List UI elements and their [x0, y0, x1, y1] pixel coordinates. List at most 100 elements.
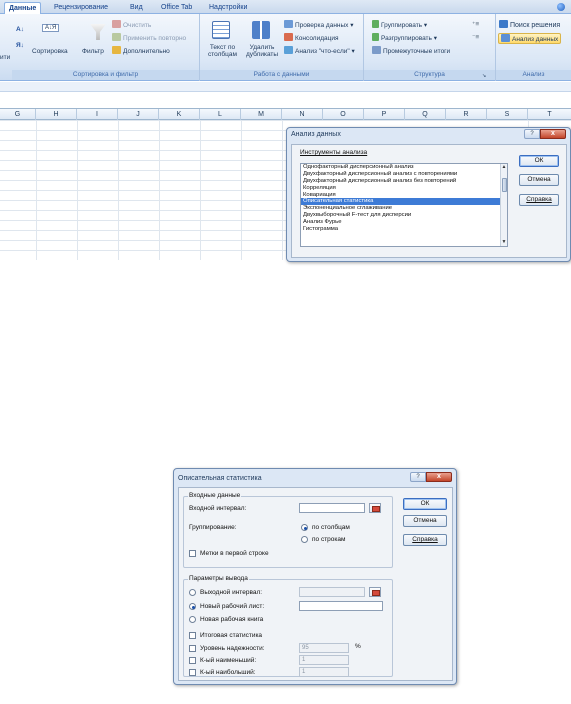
help-icon[interactable] — [557, 3, 565, 11]
consolidate-button[interactable]: Консолидация — [284, 33, 339, 42]
reapply-icon — [112, 33, 121, 41]
data-validation-button[interactable]: Проверка данных ▾ — [284, 20, 354, 29]
grid-line — [118, 120, 119, 260]
column-header[interactable]: Q — [405, 109, 446, 120]
help-button[interactable]: Справка — [403, 534, 447, 546]
list-item[interactable]: Однофакторный дисперсионный анализ — [301, 164, 507, 171]
column-header[interactable]: P — [364, 109, 405, 120]
column-header[interactable]: J — [118, 109, 159, 120]
help-icon[interactable]: ? — [410, 472, 426, 482]
tab-addins[interactable]: Надстройки — [205, 2, 251, 14]
column-header[interactable]: N — [282, 109, 323, 120]
subtotal-button[interactable]: Промежуточные итоги — [372, 46, 450, 55]
consolidate-icon — [284, 33, 293, 41]
list-item[interactable]: Анализ Фурье — [301, 219, 507, 226]
column-header[interactable]: T — [528, 109, 571, 120]
window-controls: ? x — [524, 129, 566, 140]
list-item[interactable]: Двухфакторный дисперсионный анализ с пов… — [301, 171, 507, 178]
column-header[interactable]: S — [487, 109, 528, 120]
help-button[interactable]: Справка — [519, 194, 559, 206]
filter-button[interactable]: Фильтр — [82, 48, 104, 55]
range-picker-icon[interactable] — [369, 587, 381, 597]
tools-list[interactable]: Однофакторный дисперсионный анализ Двухф… — [300, 163, 508, 247]
grid-line — [200, 120, 201, 260]
by-rows-radio[interactable] — [301, 536, 308, 543]
reapply-button[interactable]: Применить повторно — [112, 33, 186, 42]
column-header[interactable]: M — [241, 109, 282, 120]
sort-button[interactable]: Сортировка — [32, 48, 68, 55]
list-item[interactable]: Ковариация — [301, 192, 507, 199]
column-header[interactable]: O — [323, 109, 364, 120]
hide-detail-icon[interactable]: ⁻≡ — [472, 33, 479, 41]
ok-button[interactable]: ОК — [403, 498, 447, 510]
what-if-button[interactable]: Анализ "что-если" ▾ — [284, 46, 355, 55]
remove-duplicates-button[interactable]: Удалить дубликаты — [246, 44, 278, 58]
by-columns-radio[interactable] — [301, 524, 308, 531]
new-sheet-field[interactable] — [299, 601, 383, 611]
summary-stats-label: Итоговая статистика — [200, 632, 263, 639]
advanced-icon — [112, 46, 121, 54]
tab-office-tab[interactable]: Office Tab — [157, 2, 196, 14]
data-analysis-icon — [501, 34, 510, 42]
kth-largest-checkbox[interactable] — [189, 669, 196, 676]
column-header[interactable]: I — [77, 109, 118, 120]
tab-view[interactable]: Вид — [126, 2, 147, 14]
cancel-button[interactable]: Отмена — [403, 515, 447, 527]
scroll-thumb[interactable] — [502, 178, 507, 192]
ribbon: ити А↓ Я↓ А↓Я Сортировка Фильтр Очистить… — [0, 14, 571, 81]
column-header[interactable]: G — [0, 109, 36, 120]
new-workbook-radio[interactable] — [189, 616, 196, 623]
scroll-up-icon[interactable]: ▲ — [501, 164, 507, 171]
list-item[interactable]: Гистограмма — [301, 226, 507, 233]
kth-smallest-field[interactable]: 1 — [299, 655, 349, 665]
labels-first-row-checkbox[interactable] — [189, 550, 196, 557]
validation-icon — [284, 20, 293, 28]
analysis-group: Поиск решения Анализ данных Анализ — [496, 14, 571, 81]
summary-stats-checkbox[interactable] — [189, 632, 196, 639]
group-button[interactable]: Группировать ▾ — [372, 20, 427, 29]
analysis-label: Анализ — [496, 70, 571, 80]
range-picker-icon[interactable] — [369, 503, 381, 513]
output-range-label: Выходной интервал: — [200, 589, 263, 596]
list-item[interactable]: Корреляция — [301, 185, 507, 192]
advanced-filter-button[interactable]: Дополнительно — [112, 46, 170, 55]
sort-dialog-icon[interactable]: А↓Я — [42, 24, 60, 32]
dialog-launcher-icon[interactable]: ↘ — [482, 73, 486, 79]
clear-filter-button[interactable]: Очистить — [112, 20, 151, 29]
show-detail-icon[interactable]: ⁺≡ — [472, 20, 479, 28]
close-icon[interactable]: x — [540, 129, 566, 139]
confidence-level-field[interactable]: 95 — [299, 643, 349, 653]
column-header[interactable]: H — [36, 109, 77, 120]
ok-button[interactable]: ОК — [519, 155, 559, 167]
output-range-field[interactable] — [299, 587, 365, 597]
tab-review[interactable]: Рецензирование — [50, 2, 112, 14]
sort-asc-icon[interactable]: А↓ — [16, 26, 24, 33]
list-item-selected[interactable]: Описательная статистика — [301, 198, 507, 206]
column-header[interactable]: R — [446, 109, 487, 120]
output-range-radio[interactable] — [189, 589, 196, 596]
data-analysis-button[interactable]: Анализ данных — [498, 33, 562, 44]
tab-data[interactable]: Данные — [4, 2, 42, 14]
subtotal-icon — [372, 46, 381, 54]
sort-desc-icon[interactable]: Я↓ — [16, 42, 24, 49]
new-sheet-radio[interactable] — [189, 603, 196, 610]
confidence-level-checkbox[interactable] — [189, 645, 196, 652]
text-to-columns-button[interactable]: Текст по столбцам — [208, 44, 237, 58]
column-header[interactable]: K — [159, 109, 200, 120]
cancel-button[interactable]: Отмена — [519, 174, 559, 186]
kth-smallest-label: К-ый наименьший: — [200, 657, 257, 664]
kth-smallest-checkbox[interactable] — [189, 657, 196, 664]
column-header[interactable]: L — [200, 109, 241, 120]
list-scrollbar[interactable]: ▲ ▼ — [500, 164, 507, 246]
close-icon[interactable]: x — [426, 472, 452, 482]
list-item[interactable]: Двухфакторный дисперсионный анализ без п… — [301, 178, 507, 185]
ungroup-button[interactable]: Разгруппировать ▾ — [372, 33, 437, 42]
help-icon[interactable]: ? — [524, 129, 540, 139]
list-item[interactable]: Двухвыборочный F-тест для дисперсии — [301, 212, 507, 219]
data-tools-label: Работа с данными — [200, 70, 363, 80]
kth-largest-field[interactable]: 1 — [299, 667, 349, 677]
solver-button[interactable]: Поиск решения — [499, 20, 560, 29]
group-icon — [372, 20, 379, 28]
input-range-field[interactable] — [299, 503, 365, 513]
scroll-down-icon[interactable]: ▼ — [501, 239, 507, 246]
